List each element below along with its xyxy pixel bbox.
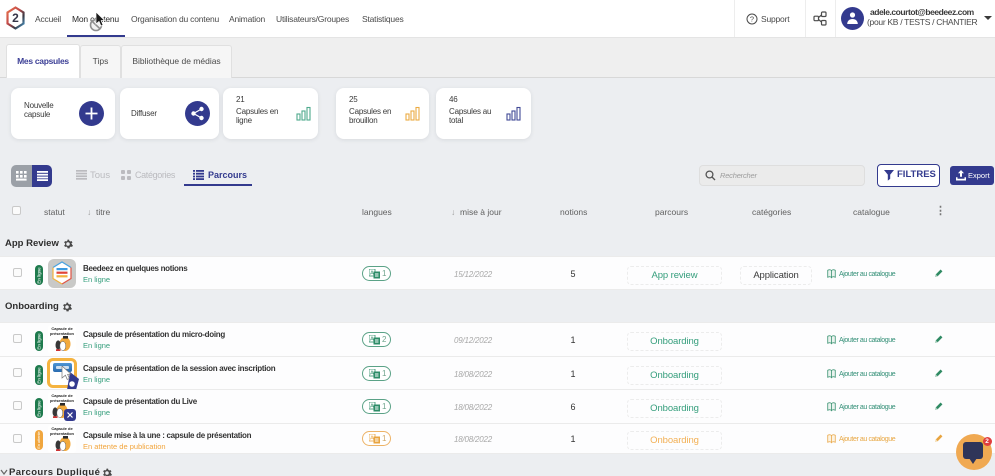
svg-text:?: ? <box>750 15 754 24</box>
svg-text:2: 2 <box>12 11 19 25</box>
